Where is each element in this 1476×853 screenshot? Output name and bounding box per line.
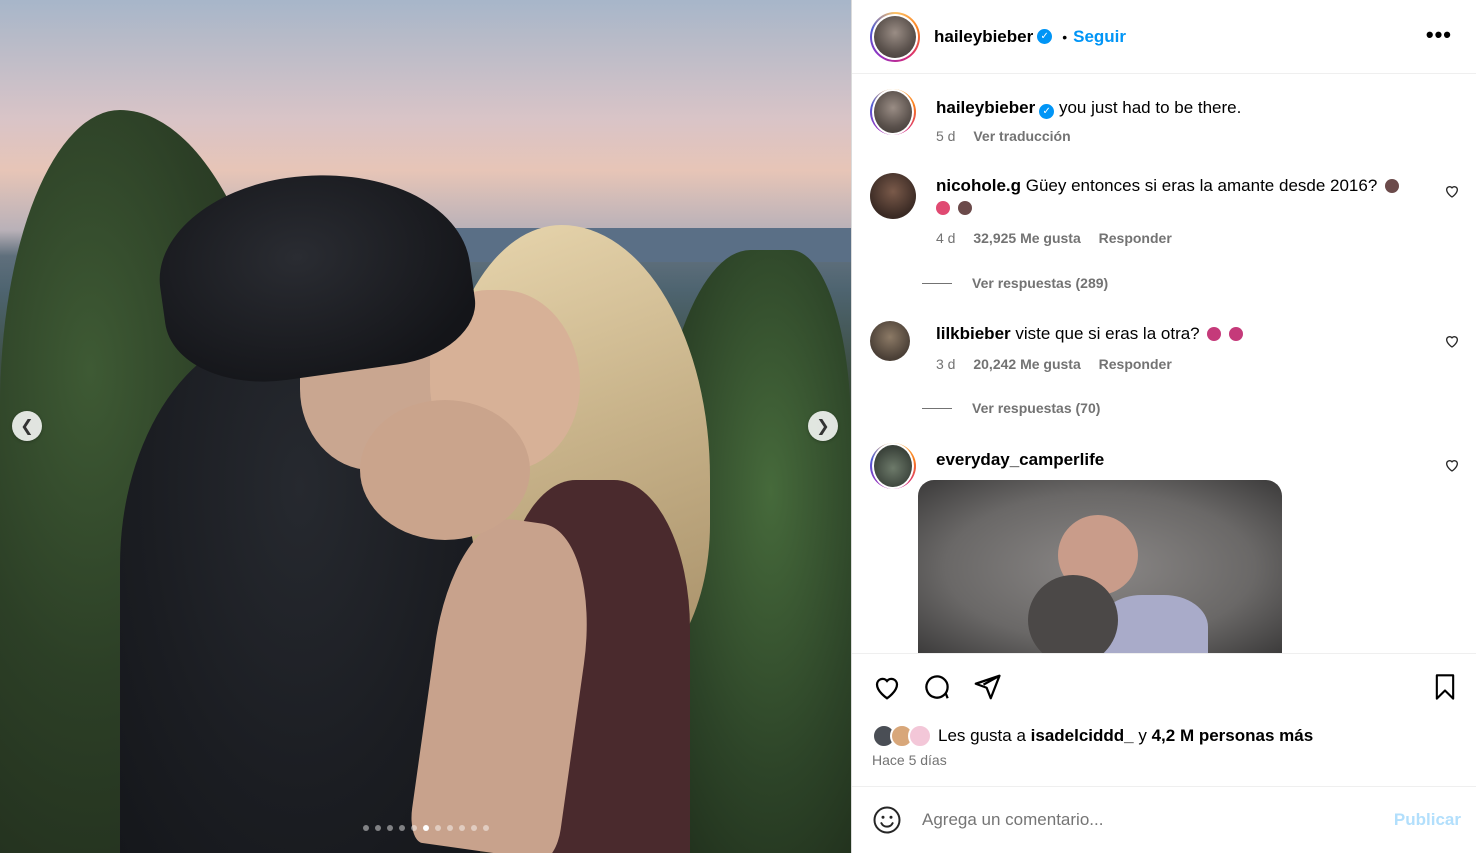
carousel-next-button[interactable]: ❯ — [808, 411, 838, 441]
carousel-dot — [410, 825, 417, 831]
carousel-dot — [434, 825, 441, 831]
carousel-dot — [470, 825, 477, 831]
post-media[interactable]: ❮ ❯ — [0, 0, 851, 853]
post-header: haileybieber ✓ • Seguir ••• — [852, 0, 1476, 74]
chevron-right-icon: ❯ — [816, 418, 830, 435]
caption-text: you just had to be there. — [1058, 98, 1242, 117]
emoji-picker-icon[interactable] — [872, 805, 902, 835]
likes-summary: Les gusta a isadelciddd_ y 4,2 M persona… — [872, 724, 1313, 748]
crying-emoji-icon — [1207, 327, 1222, 341]
publish-button[interactable]: Publicar — [1394, 810, 1461, 830]
carousel-dot — [446, 825, 453, 831]
more-options-icon[interactable]: ••• — [1426, 22, 1452, 48]
verified-badge-icon: ✓ — [1039, 104, 1055, 119]
commenter-avatar[interactable] — [870, 443, 916, 489]
post-modal: ❮ ❯ haileybieber ✓ • Seguir ••• haileybi… — [0, 0, 1476, 853]
likes-joiner: y — [1138, 726, 1147, 745]
carousel-indicator — [0, 825, 851, 831]
carousel-dot — [362, 825, 369, 831]
carousel-dot — [374, 825, 381, 831]
comment-likes[interactable]: 32,925 Me gusta — [973, 230, 1080, 246]
caption-username[interactable]: haileybieber — [936, 98, 1035, 117]
commenter-avatar[interactable] — [870, 321, 910, 361]
eye-emoji-icon — [957, 201, 972, 215]
share-paper-plane-icon[interactable] — [972, 672, 1002, 702]
comment-likes[interactable]: 20,242 Me gusta — [973, 356, 1080, 372]
carousel-dot — [422, 825, 429, 831]
author-username[interactable]: haileybieber — [934, 27, 1033, 47]
comment-age: 3 d — [936, 356, 956, 372]
view-replies-label: Ver respuestas (70) — [972, 400, 1101, 416]
reply-button[interactable]: Responder — [1099, 356, 1172, 372]
replies-line — [922, 282, 952, 284]
header-separator: • — [1062, 28, 1068, 45]
comment-age: 4 d — [936, 230, 956, 246]
comment-input[interactable] — [922, 810, 1394, 830]
others-likes-link[interactable]: 4,2 M personas más — [1152, 726, 1314, 746]
eye-emoji-icon — [1385, 179, 1400, 193]
comment-like-heart-icon[interactable] — [1444, 333, 1460, 349]
follow-button[interactable]: Seguir — [1073, 27, 1126, 47]
comment-photo[interactable] — [918, 480, 1282, 653]
post-side-panel: haileybieber ✓ • Seguir ••• haileybieber… — [851, 0, 1476, 853]
view-replies-label: Ver respuestas (289) — [972, 275, 1109, 291]
commenter-username[interactable]: lilkbieber — [936, 324, 1011, 343]
liker-avatars[interactable] — [872, 724, 932, 748]
carousel-dot — [482, 825, 489, 831]
like-heart-icon[interactable] — [872, 672, 902, 702]
verified-badge-icon: ✓ — [1037, 29, 1053, 44]
author-avatar[interactable] — [870, 11, 920, 62]
likes-prefix: Les gusta a — [938, 726, 1026, 745]
photo-hand — [360, 400, 530, 540]
commenter-username[interactable]: everyday_camperlife — [936, 450, 1104, 469]
comment-bubble-icon[interactable] — [922, 672, 952, 702]
carousel-dot — [386, 825, 393, 831]
comment-text: Güey entonces si eras la amante desde 20… — [1025, 176, 1378, 195]
crying-emoji-icon — [1229, 327, 1244, 341]
chevron-left-icon: ❮ — [20, 418, 34, 435]
translate-link[interactable]: Ver traducción — [973, 128, 1070, 144]
comment-text: viste que si eras la otra? — [1015, 324, 1200, 343]
save-bookmark-icon[interactable] — [1431, 672, 1459, 702]
carousel-dot — [458, 825, 465, 831]
caption-age: 5 d — [936, 128, 956, 144]
lips-emoji-icon — [936, 201, 950, 215]
reply-button[interactable]: Responder — [1099, 230, 1172, 246]
add-comment-bar: Publicar — [852, 786, 1476, 853]
first-liker[interactable]: isadelciddd_ — [1031, 726, 1134, 746]
post-actions: Les gusta a isadelciddd_ y 4,2 M persona… — [852, 653, 1476, 786]
comments-list[interactable]: haileybieber ✓ you just had to be there. … — [852, 75, 1476, 653]
caption-avatar[interactable] — [870, 89, 916, 135]
replies-line — [922, 407, 952, 409]
carousel-dot — [398, 825, 405, 831]
commenter-username[interactable]: nicohole.g — [936, 176, 1021, 195]
view-replies-button[interactable]: Ver respuestas (70) — [922, 400, 1100, 416]
carousel-prev-button[interactable]: ❮ — [12, 411, 42, 441]
comment-like-heart-icon[interactable] — [1444, 183, 1460, 199]
view-replies-button[interactable]: Ver respuestas (289) — [922, 275, 1108, 291]
comment-like-heart-icon[interactable] — [1444, 457, 1460, 473]
commenter-avatar[interactable] — [870, 173, 916, 219]
post-age: Hace 5 días — [872, 752, 947, 768]
